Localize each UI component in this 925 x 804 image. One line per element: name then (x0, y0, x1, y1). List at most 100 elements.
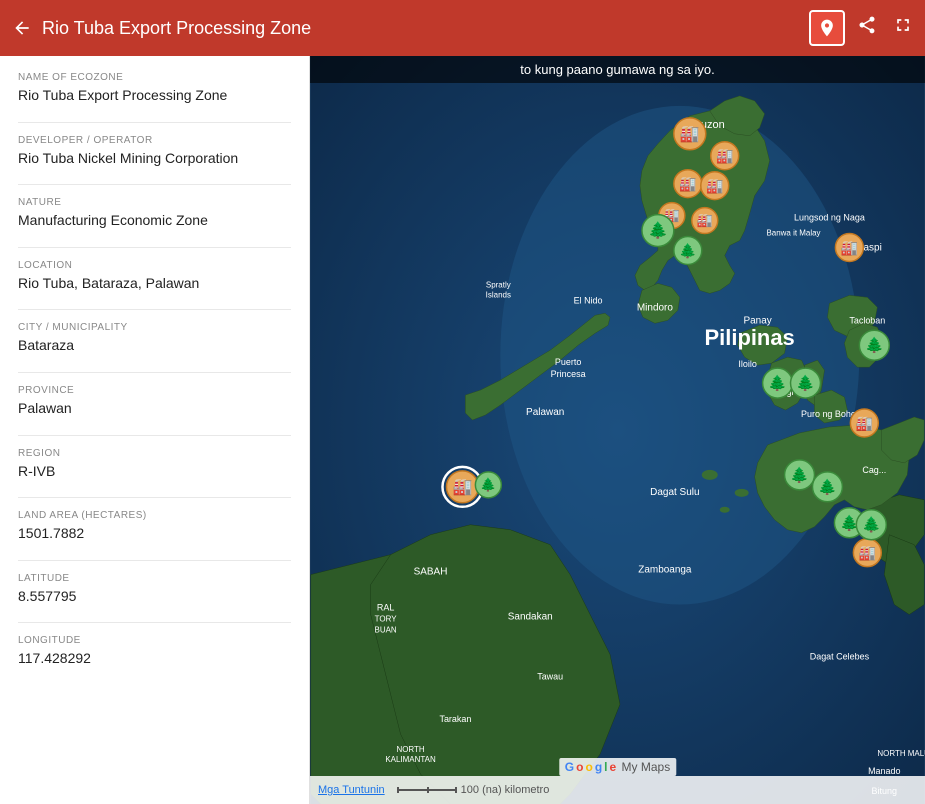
province-section: PROVINCE Palawan (18, 385, 291, 419)
marker-forest-minda1[interactable]: 🌲 (785, 460, 815, 490)
back-button[interactable] (12, 18, 32, 38)
longitude-section: LONGITUDE 117.428292 (18, 635, 291, 669)
share-button[interactable] (857, 15, 877, 41)
scale-bar: 100 (na) kilometro (397, 784, 550, 796)
marker-forest-negros1[interactable]: 🌲 (763, 368, 793, 398)
land-area-label: LAND AREA (HECTARES) (18, 510, 291, 521)
svg-text:🌲: 🌲 (865, 336, 884, 354)
marker-forest-near-riotuba[interactable]: 🌲 (475, 472, 501, 498)
label-zamboanga: Zamboanga (638, 565, 692, 576)
svg-text:🌲: 🌲 (796, 374, 815, 392)
label-elnido: El Nido (574, 295, 603, 305)
nature-label: NATURE (18, 197, 291, 208)
label-mindoro: Mindoro (637, 302, 673, 313)
marker-forest-minda2[interactable]: 🌲 (812, 472, 842, 502)
divider-1 (18, 122, 291, 123)
notification-bar: to kung paano gumawa ng sa iyo. (310, 56, 925, 83)
divider-6 (18, 435, 291, 436)
label-sabah-buan: BUAN (375, 625, 397, 634)
province-label: PROVINCE (18, 385, 291, 396)
marker-forest-luzon[interactable]: 🌲 (642, 215, 674, 247)
divider-7 (18, 497, 291, 498)
region-value: R-IVB (18, 462, 291, 482)
divider-5 (18, 372, 291, 373)
city-value: Bataraza (18, 336, 291, 356)
region-label: REGION (18, 448, 291, 459)
divider-2 (18, 184, 291, 185)
province-value: Palawan (18, 399, 291, 419)
marker-factory-4[interactable]: 🏭 (701, 172, 729, 200)
svg-text:🌲: 🌲 (790, 466, 809, 484)
city-section: CITY / MUNICIPALITY Bataraza (18, 322, 291, 356)
label-cagayan: Cag... (862, 465, 886, 475)
marker-factory-1[interactable]: 🏭 (674, 118, 706, 150)
ecozone-icon (809, 10, 845, 46)
ecozone-name-value: Rio Tuba Export Processing Zone (18, 86, 291, 106)
marker-forest-visayas[interactable]: 🌲 (859, 330, 889, 360)
svg-text:🏭: 🏭 (856, 415, 873, 432)
marker-factory-legaspi[interactable]: 🏭 (835, 234, 863, 262)
top-bar-actions (857, 15, 913, 41)
developer-value: Rio Tuba Nickel Mining Corporation (18, 149, 291, 169)
svg-text:🌲: 🌲 (679, 242, 696, 259)
svg-text:🏭: 🏭 (680, 125, 700, 143)
label-sandakan: Sandakan (508, 611, 553, 622)
label-bohol: Puro ng Bohol (801, 409, 858, 419)
label-kalimantan: KALIMANTAN (385, 755, 436, 764)
label-sabah-tory: TORY (375, 614, 398, 623)
svg-text:🌲: 🌲 (862, 516, 881, 534)
page-title: Rio Tuba Export Processing Zone (42, 18, 809, 39)
marker-factory-2[interactable]: 🏭 (711, 142, 739, 170)
label-tacloban: Tacloban (849, 315, 885, 325)
longitude-value: 117.428292 (18, 649, 291, 669)
label-celebes: Dagat Celebes (810, 651, 870, 661)
ecozone-name-label: NAME OF ECOZONE (18, 72, 291, 83)
terms-link[interactable]: Mga Tuntunin (318, 784, 385, 796)
latitude-value: 8.557795 (18, 587, 291, 607)
top-bar: Rio Tuba Export Processing Zone (0, 0, 925, 56)
map-area[interactable]: to kung paano gumawa ng sa iyo. (310, 56, 925, 804)
label-pilipinas: Pilipinas (705, 325, 795, 350)
label-sulu: Dagat Sulu (650, 487, 699, 498)
svg-text:🌲: 🌲 (768, 374, 787, 392)
svg-text:🌲: 🌲 (818, 478, 837, 496)
map-watermark: Google My Maps (559, 758, 676, 776)
nature-section: NATURE Manufacturing Economic Zone (18, 197, 291, 231)
location-section: LOCATION Rio Tuba, Bataraza, Palawan (18, 260, 291, 294)
svg-text:🏭: 🏭 (452, 478, 472, 496)
marker-forest-luzon2[interactable]: 🌲 (674, 237, 702, 265)
region-section: REGION R-IVB (18, 448, 291, 482)
location-label: LOCATION (18, 260, 291, 271)
city-label: CITY / MUNICIPALITY (18, 322, 291, 333)
ecozone-name-section: NAME OF ECOZONE Rio Tuba Export Processi… (18, 72, 291, 106)
longitude-label: LONGITUDE (18, 635, 291, 646)
developer-label: DEVELOPER / OPERATOR (18, 135, 291, 146)
map-svg[interactable]: Luzon Pilipinas Mindoro Panay Iloilo Neg… (310, 56, 925, 804)
svg-text:🏭: 🏭 (859, 545, 876, 562)
label-palawan: Palawan (526, 407, 564, 418)
land-area-section: LAND AREA (HECTARES) 1501.7882 (18, 510, 291, 544)
marker-factory-davao[interactable]: 🏭 (853, 539, 881, 567)
svg-text:🏭: 🏭 (679, 176, 696, 193)
latitude-label: LATITUDE (18, 573, 291, 584)
svg-text:🏭: 🏭 (697, 213, 713, 228)
label-sabah-ral: RAL (377, 603, 394, 613)
marker-forest-negros2[interactable]: 🌲 (791, 368, 821, 398)
label-north-maluku: NORTH MALUKU (877, 749, 925, 758)
nature-value: Manufacturing Economic Zone (18, 211, 291, 231)
marker-factory-bohol[interactable]: 🏭 (850, 409, 878, 437)
marker-forest-minda4[interactable]: 🌲 (856, 510, 886, 540)
marker-factory-3[interactable]: 🏭 (674, 170, 702, 198)
svg-text:🌲: 🌲 (480, 477, 496, 492)
fullscreen-button[interactable] (893, 15, 913, 41)
label-panay: Panay (743, 315, 771, 326)
label-spratly: Spratly (486, 280, 511, 289)
divider-4 (18, 309, 291, 310)
label-tarakan: Tarakan (439, 714, 471, 724)
label-sabah: SABAH (414, 567, 448, 578)
marker-factory-6[interactable]: 🏭 (692, 208, 718, 234)
label-tawau: Tawau (537, 671, 563, 681)
divider-8 (18, 560, 291, 561)
latitude-section: LATITUDE 8.557795 (18, 573, 291, 607)
label-puerto: Puerto (555, 357, 581, 367)
